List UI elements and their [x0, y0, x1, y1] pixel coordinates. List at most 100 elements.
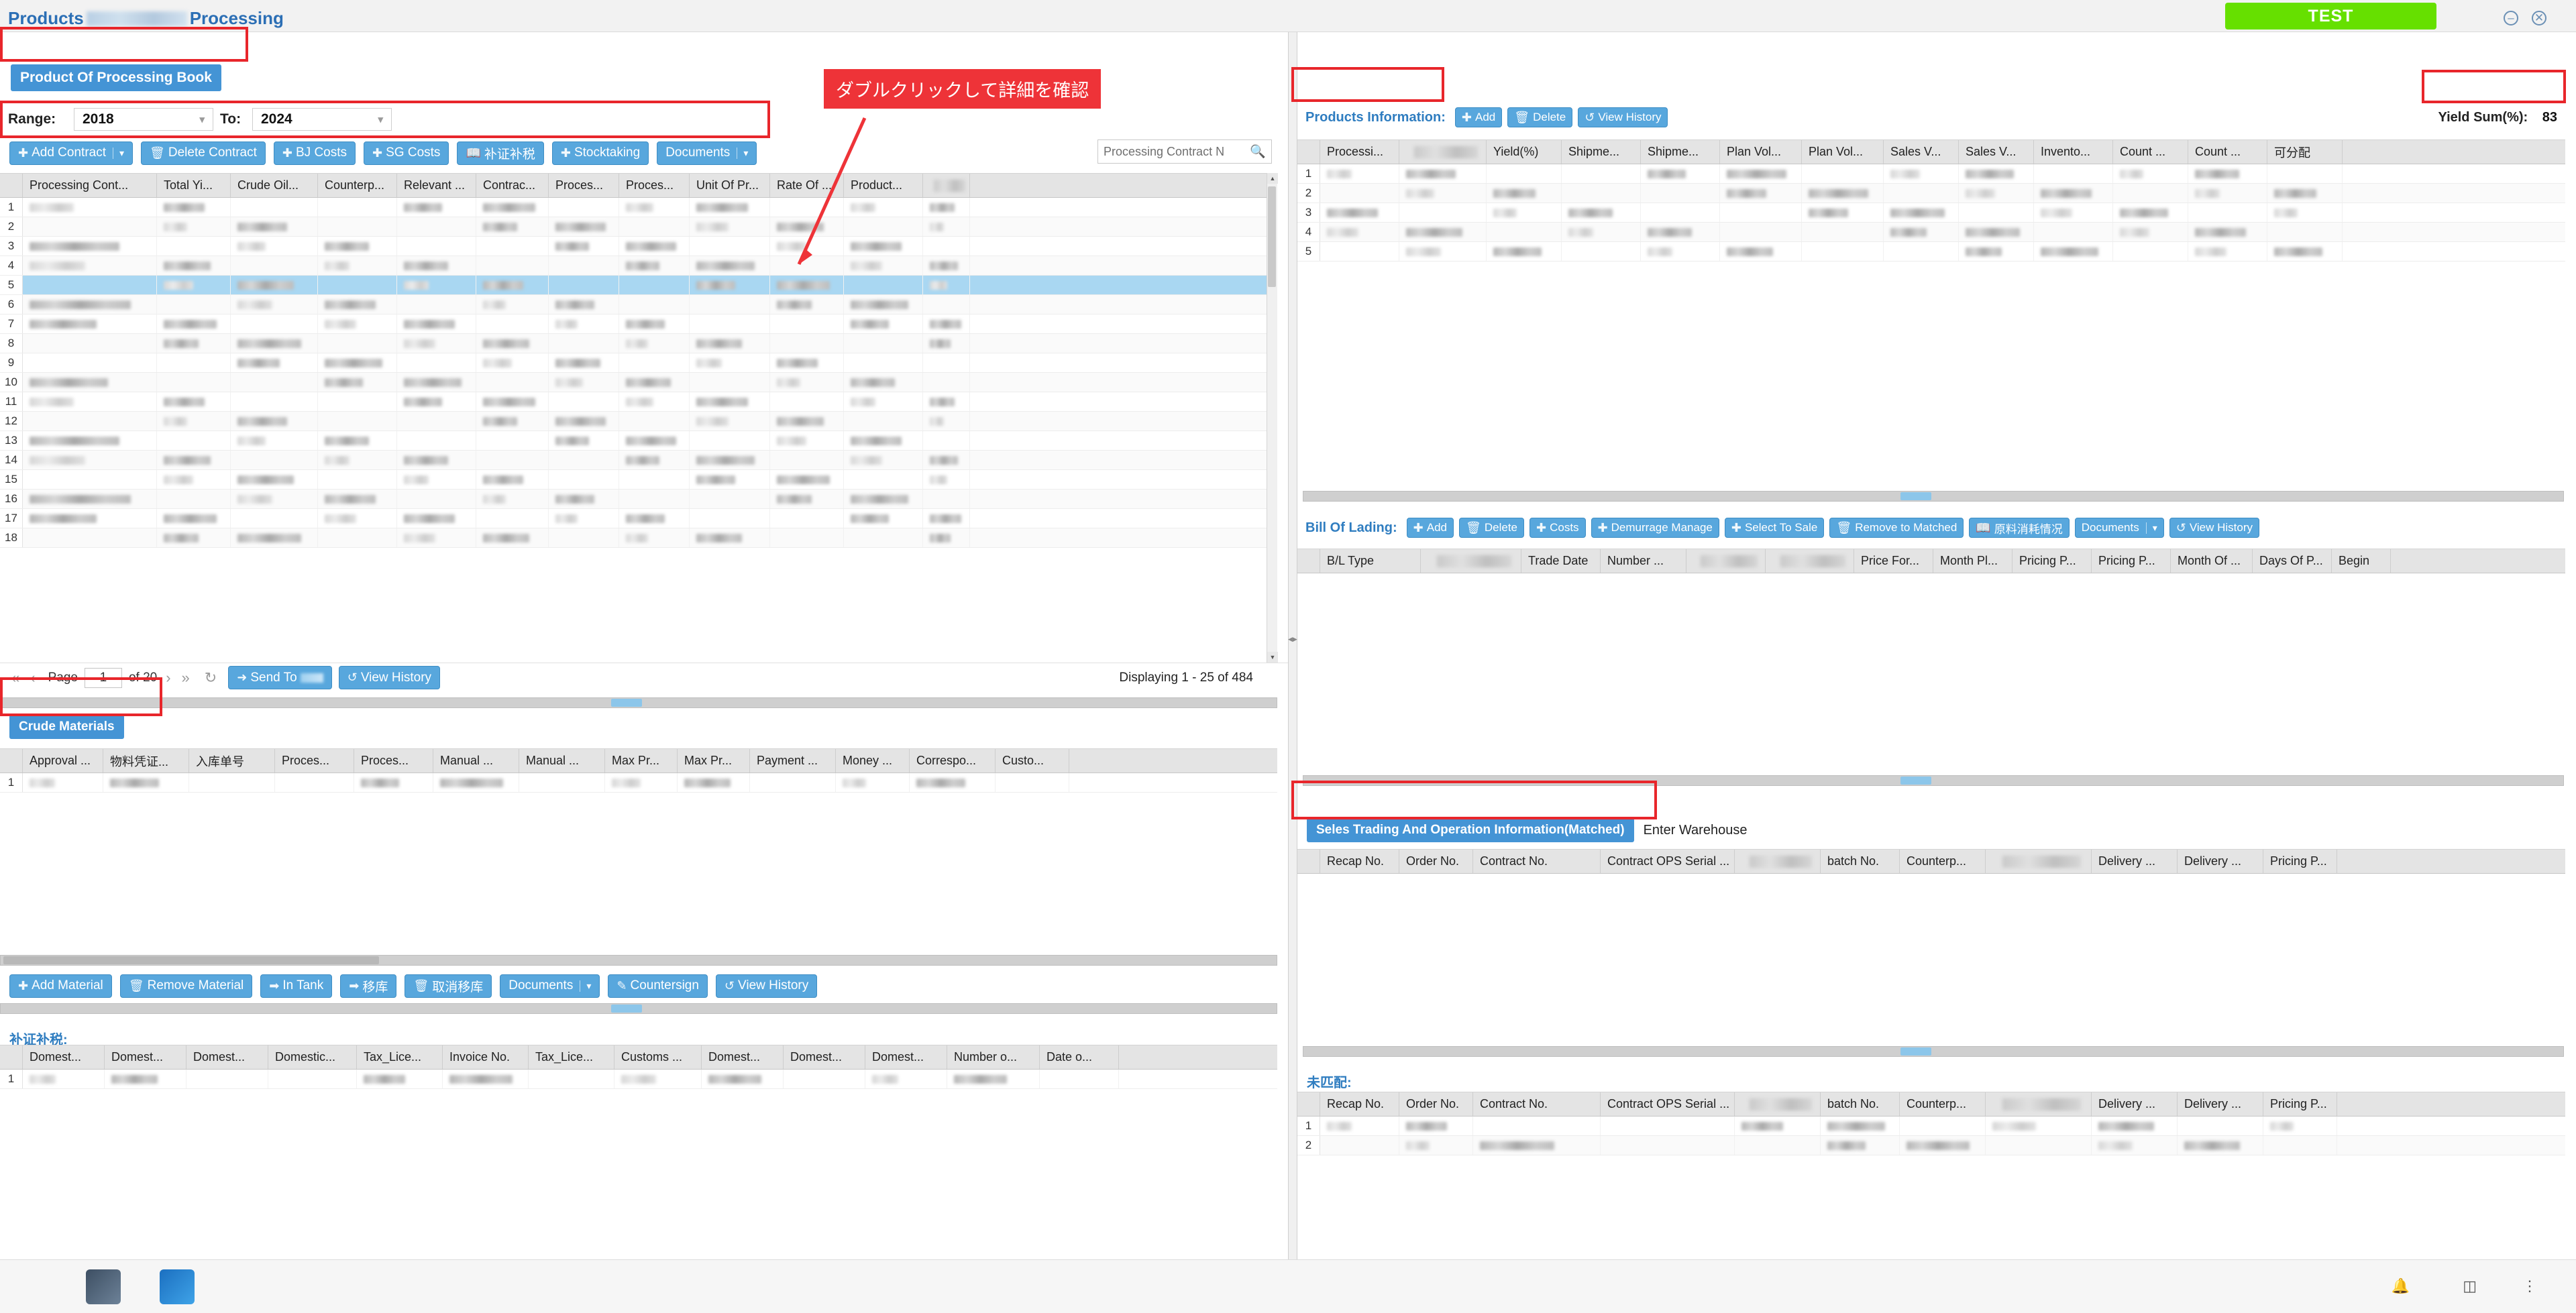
table-cell[interactable] [1802, 242, 1884, 261]
table-cell[interactable] [690, 353, 770, 372]
table-cell[interactable] [549, 237, 619, 255]
column-header[interactable]: Correspo... [910, 749, 996, 773]
table-cell[interactable] [397, 276, 476, 294]
table-row[interactable]: 5 [0, 276, 1277, 295]
column-header[interactable]: Sales V... [1884, 140, 1959, 164]
bell-icon[interactable]: 🔔 [2392, 1277, 2410, 1295]
table-cell[interactable] [397, 373, 476, 392]
table-cell[interactable] [1487, 184, 1562, 203]
table-cell[interactable] [1986, 1136, 2092, 1155]
table-cell[interactable] [1959, 242, 2034, 261]
table-cell[interactable] [231, 451, 318, 469]
table-cell[interactable] [619, 528, 690, 547]
table-cell[interactable] [549, 412, 619, 431]
table-cell[interactable] [844, 431, 923, 450]
table-row[interactable]: 1 [0, 773, 1277, 793]
table-cell[interactable] [1320, 1136, 1399, 1155]
column-header[interactable]: Max Pr... [678, 749, 750, 773]
table-cell[interactable] [157, 237, 231, 255]
table-cell[interactable] [1473, 1136, 1601, 1155]
table-cell[interactable] [923, 373, 970, 392]
table-cell[interactable] [275, 773, 354, 792]
table-cell[interactable] [397, 334, 476, 353]
taskbar-app-icon-2[interactable] [160, 1269, 195, 1304]
table-cell[interactable] [231, 373, 318, 392]
table-cell[interactable] [1399, 1117, 1473, 1135]
range-from-select[interactable]: 2018 ▾ [74, 108, 213, 131]
table-cell[interactable] [770, 373, 844, 392]
table-row[interactable]: 5 [1297, 242, 2565, 262]
column-header[interactable]: Max Pr... [605, 749, 678, 773]
table-cell[interactable] [231, 315, 318, 333]
table-cell[interactable] [2113, 184, 2188, 203]
column-header[interactable]: Approval ... [23, 749, 103, 773]
column-header[interactable]: Manual ... [519, 749, 605, 773]
table-cell[interactable] [1641, 203, 1720, 222]
table-cell[interactable] [1399, 1136, 1473, 1155]
table-cell[interactable] [397, 451, 476, 469]
table-cell[interactable] [549, 431, 619, 450]
column-header[interactable]: Pricing P... [2012, 549, 2092, 573]
table-cell[interactable] [23, 451, 157, 469]
table-cell[interactable] [318, 451, 397, 469]
bj-costs-button[interactable]: ✚ BJ Costs [273, 141, 356, 165]
table-cell[interactable] [318, 528, 397, 547]
column-header[interactable]: Shipme... [1641, 140, 1720, 164]
table-cell[interactable] [2113, 242, 2188, 261]
table-cell[interactable] [476, 315, 549, 333]
table-cell[interactable] [1320, 203, 1399, 222]
table-cell[interactable] [844, 256, 923, 275]
column-header[interactable]: Product... [844, 174, 923, 197]
table-cell[interactable] [844, 470, 923, 489]
table-cell[interactable] [2188, 242, 2267, 261]
documents-button[interactable]: Documents ▾ [657, 141, 757, 165]
stocktaking-button[interactable]: ✚ Stocktaking [551, 141, 649, 165]
table-cell[interactable] [1601, 1117, 1735, 1135]
table-cell[interactable] [397, 431, 476, 450]
in-tank-button[interactable]: ➡ In Tank [260, 974, 333, 998]
table-cell[interactable] [2263, 1117, 2337, 1135]
table-cell[interactable] [2267, 203, 2343, 222]
table-row[interactable]: 1 [1297, 164, 2565, 184]
scroll-thumb[interactable] [3, 956, 379, 964]
table-cell[interactable] [231, 509, 318, 528]
documents-button[interactable]: Documents ▾ [2074, 518, 2164, 538]
table-cell[interactable] [1720, 223, 1802, 241]
table-cell[interactable] [318, 276, 397, 294]
table-cell[interactable] [770, 276, 844, 294]
column-header[interactable]: Domest... [23, 1045, 105, 1069]
column-header[interactable] [1686, 549, 1766, 573]
table-cell[interactable] [1399, 242, 1487, 261]
table-cell[interactable] [157, 334, 231, 353]
demurrage-manage-button[interactable]: ✚ Demurrage Manage [1591, 518, 1719, 538]
table-cell[interactable] [690, 295, 770, 314]
table-cell[interactable] [357, 1070, 443, 1088]
table-cell[interactable] [1487, 223, 1562, 241]
table-cell[interactable] [619, 295, 690, 314]
table-cell[interactable] [1487, 242, 1562, 261]
table-cell[interactable] [549, 256, 619, 275]
column-header[interactable]: Contrac... [476, 174, 549, 197]
table-cell[interactable] [2267, 223, 2343, 241]
countersign-button[interactable]: ✎ Countersign [608, 974, 708, 998]
column-header[interactable]: Crude Oil... [231, 174, 318, 197]
table-cell[interactable] [549, 490, 619, 508]
table-cell[interactable] [23, 256, 157, 275]
table-cell[interactable] [1320, 223, 1399, 241]
table-cell[interactable] [157, 528, 231, 547]
table-cell[interactable] [1986, 1117, 2092, 1135]
table-cell[interactable] [1959, 203, 2034, 222]
table-row[interactable]: 11 [0, 392, 1277, 412]
chevron-down-icon[interactable]: ▾ [737, 147, 748, 159]
table-cell[interactable] [690, 256, 770, 275]
table-cell[interactable] [1641, 242, 1720, 261]
send-to-button[interactable]: ➜ Send To [228, 666, 332, 689]
sg-costs-button[interactable]: ✚ SG Costs [364, 141, 449, 165]
scroll-thumb[interactable] [611, 1005, 642, 1013]
table-cell[interactable] [549, 217, 619, 236]
table-cell[interactable] [770, 256, 844, 275]
table-row[interactable]: 16 [0, 490, 1277, 509]
table-row[interactable]: 17 [0, 509, 1277, 528]
table-cell[interactable] [1735, 1117, 1821, 1135]
table-cell[interactable] [318, 412, 397, 431]
